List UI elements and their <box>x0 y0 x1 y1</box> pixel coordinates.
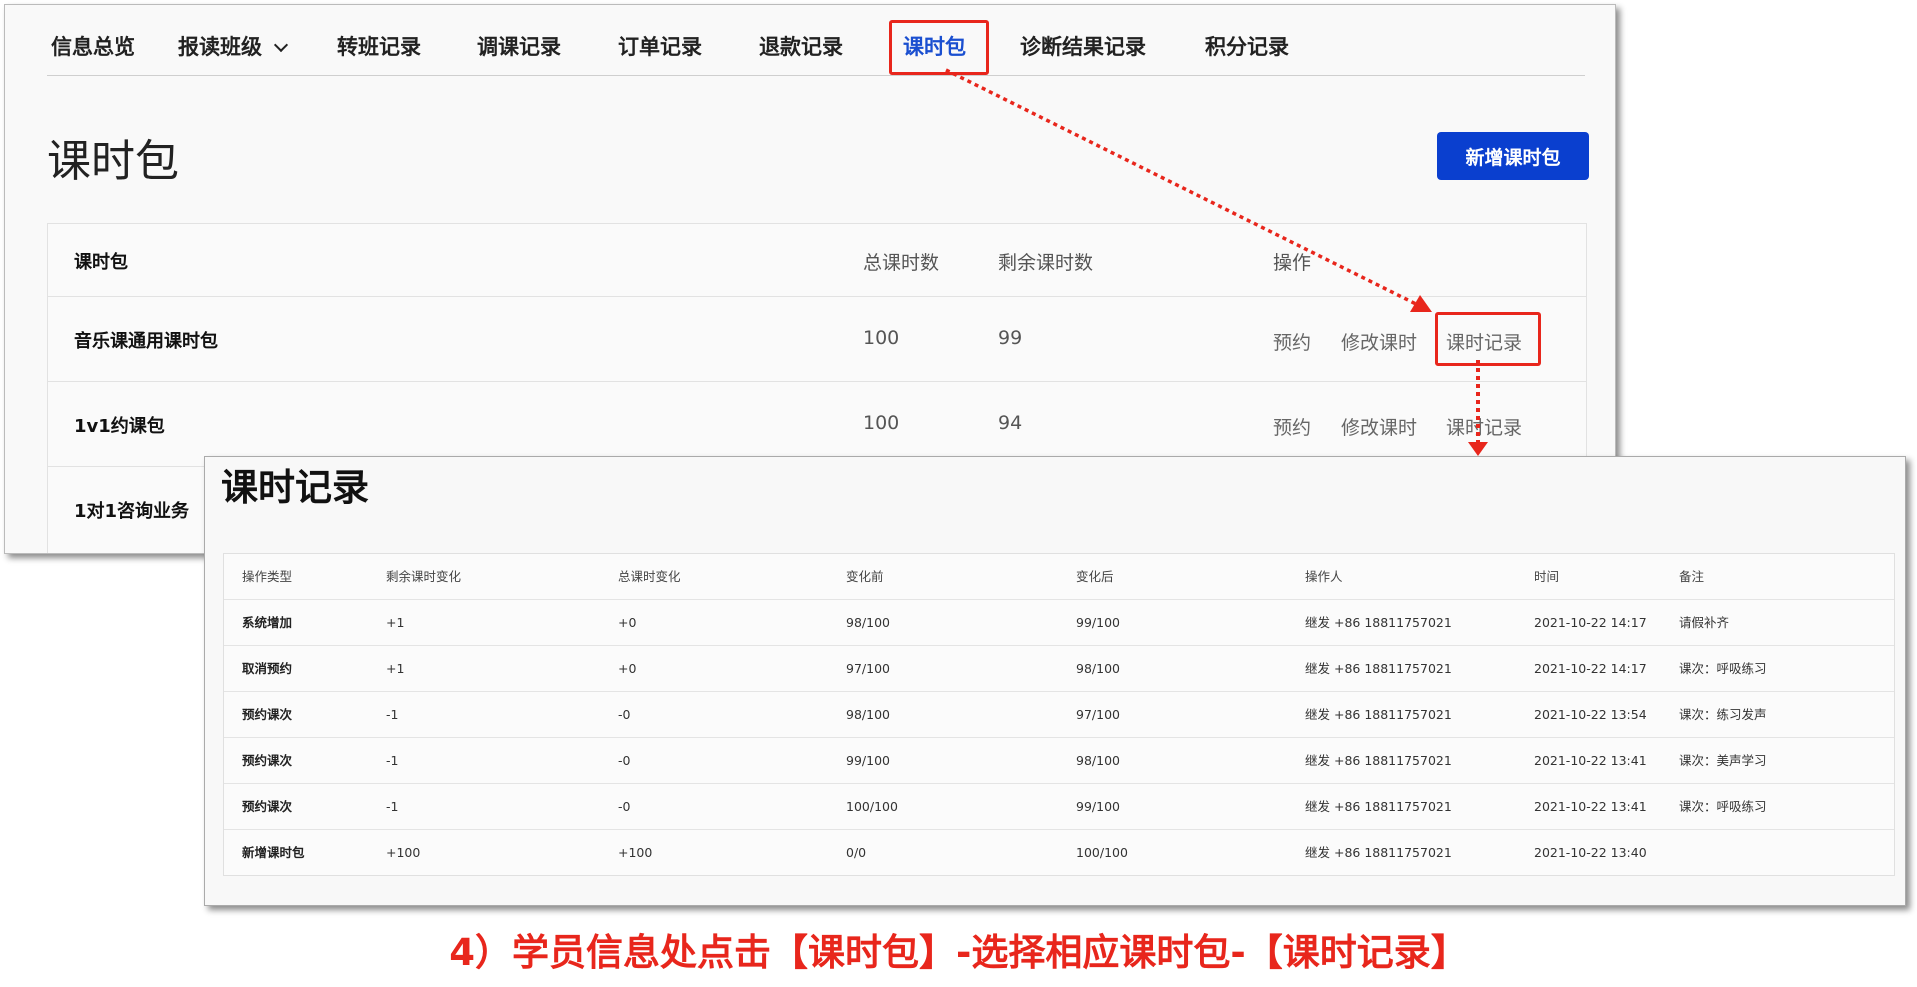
annotation-arrows <box>945 68 1488 456</box>
step-caption: 4）学员信息处点击【课时包】-选择相应课时包-【课时记录】 <box>449 931 1468 974</box>
arrow-line-tab-to-record <box>945 68 1419 307</box>
arrow-head-down-icon <box>1468 442 1488 456</box>
